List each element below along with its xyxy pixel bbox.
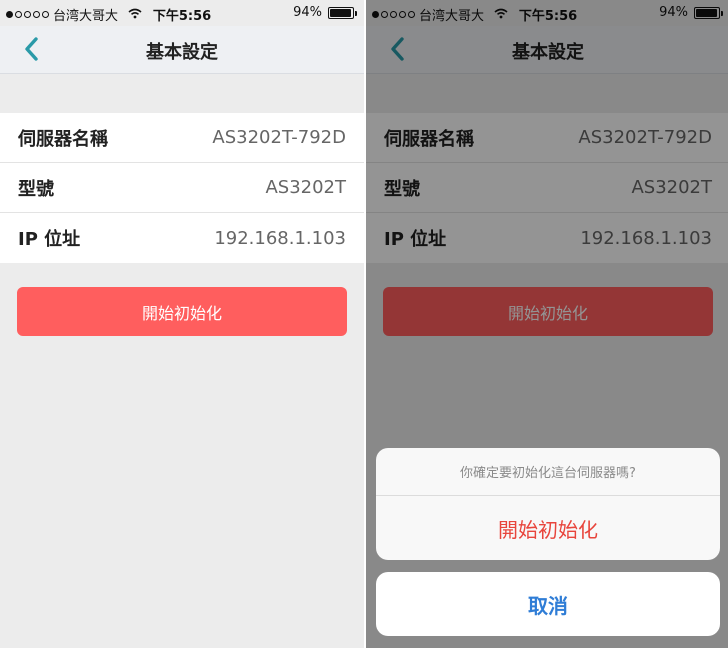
battery-percent: 94%	[293, 5, 322, 20]
page-title: 基本設定	[146, 42, 218, 63]
info-value: AS3202T-792D	[212, 127, 346, 148]
info-label: IP 位址	[18, 229, 81, 250]
cancel-button[interactable]: 取消	[376, 572, 720, 636]
info-row-ip-address: IP 位址 192.168.1.103	[0, 213, 364, 263]
confirm-message: 你確定要初始化這台伺服器嗎?	[376, 448, 720, 496]
info-row-server-name: 伺服器名稱 AS3202T-792D	[0, 113, 364, 163]
info-row-model: 型號 AS3202T	[0, 163, 364, 213]
status-bar: 台湾大哥大 下午5:56 94%	[0, 0, 364, 26]
confirm-initialize-button[interactable]: 開始初始化	[376, 496, 720, 560]
info-value: AS3202T	[265, 177, 346, 198]
nav-bar: 基本設定	[0, 26, 364, 74]
screen-settings-with-confirm-sheet: 台湾大哥大 下午5:56 94% 基本設定 伺服器名稱 AS3202T-792D…	[366, 0, 728, 648]
battery-icon	[328, 6, 357, 19]
confirm-action-sheet: 你確定要初始化這台伺服器嗎? 開始初始化	[376, 448, 720, 560]
server-info-list: 伺服器名稱 AS3202T-792D 型號 AS3202T IP 位址 192.…	[0, 113, 364, 263]
info-label: 型號	[18, 178, 54, 200]
info-label: 伺服器名稱	[18, 128, 108, 150]
screen-settings: 台湾大哥大 下午5:56 94% 基本設定 伺服器名稱 AS3202T-792D…	[0, 0, 364, 648]
battery-status: 94%	[293, 5, 357, 20]
initialize-button[interactable]: 開始初始化	[17, 287, 347, 336]
info-value: 192.168.1.103	[214, 227, 346, 249]
